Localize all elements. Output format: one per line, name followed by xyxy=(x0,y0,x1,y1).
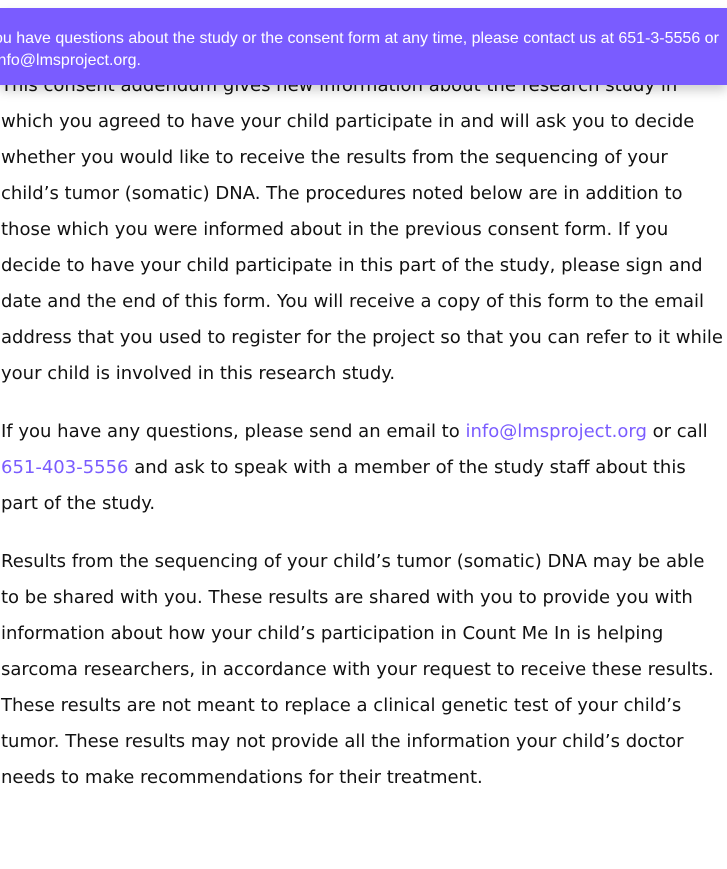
consent-paragraph-contact: If you have any questions, please send a… xyxy=(1,414,725,522)
contact-text-before-email: If you have any questions, please send a… xyxy=(1,421,466,442)
consent-paragraph-intro: This consent addendum gives new informat… xyxy=(1,75,724,384)
contact-banner: ou have questions about the study or the… xyxy=(0,8,727,85)
consent-content: This consent addendum gives new informat… xyxy=(1,68,727,796)
contact-text-between: or call xyxy=(646,421,708,442)
phone-link[interactable]: 651-403-5556 xyxy=(1,457,129,478)
contact-banner-text: ou have questions about the study or the… xyxy=(0,30,719,69)
consent-paragraph-results: Results from the sequencing of your chil… xyxy=(1,551,714,788)
email-link[interactable]: info@lmsproject.org xyxy=(465,421,646,442)
